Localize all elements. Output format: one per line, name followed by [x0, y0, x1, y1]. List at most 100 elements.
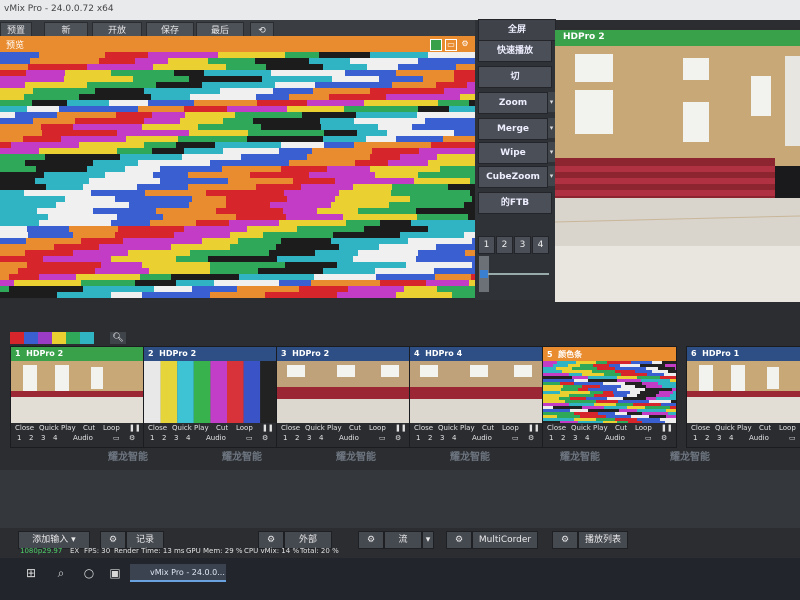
overlay-2-button[interactable]: 2 [29, 434, 33, 443]
overlay-4-button[interactable]: 4 [452, 434, 456, 443]
monitor-icon[interactable]: ▭ [512, 434, 519, 443]
quickplay-button[interactable]: 快速播放 [478, 40, 552, 62]
overlay-1-button[interactable]: 1 [549, 434, 553, 443]
input-tile[interactable]: 5 颜色条 Close Quick Play Cut Loop ❚❚ 1 2 3 4 Audio ▭ ⚙ [542, 346, 677, 448]
transition-1-button[interactable]: 1 [478, 236, 495, 254]
overlay-1-button[interactable]: 1 [416, 434, 420, 443]
color-swatch[interactable] [24, 332, 38, 344]
color-swatch[interactable] [80, 332, 94, 344]
close-button[interactable]: Close [547, 424, 566, 433]
wipe-dropdown-icon[interactable]: ▾ [548, 142, 555, 162]
cut-button[interactable]: Cut [615, 424, 627, 433]
input-tile[interactable]: 4 HDPro 4 Close Quick Play Cut Loop ❚❚ 1 2 3 4 Aud… [409, 346, 544, 448]
transition-4-button[interactable]: 4 [532, 236, 549, 254]
windows-start-icon[interactable]: ⊞ [24, 566, 38, 580]
quickplay-button[interactable]: Quick Play [305, 424, 342, 433]
close-button[interactable]: Close [281, 424, 300, 433]
audio-button[interactable]: Audio [472, 434, 492, 443]
transition-2-button[interactable]: 2 [496, 236, 513, 254]
color-swatch[interactable] [38, 332, 52, 344]
overlay-1-button[interactable]: 1 [150, 434, 154, 443]
gear-icon[interactable]: ⚙ [528, 434, 534, 443]
overlay-3-button[interactable]: 3 [307, 434, 311, 443]
gear-icon[interactable]: ⚙ [661, 434, 667, 443]
cut-button[interactable]: Cut [216, 424, 228, 433]
zoom-button[interactable]: Zoom [478, 92, 548, 114]
loop-button[interactable]: Loop [779, 424, 796, 433]
overlay-3-button[interactable]: 3 [174, 434, 178, 443]
pause-icon[interactable]: ❚❚ [528, 424, 540, 433]
cubezoom-button[interactable]: CubeZoom [478, 166, 548, 188]
fullscreen-button[interactable]: 全屏 [478, 19, 556, 41]
cut-button[interactable]: Cut [482, 424, 494, 433]
close-button[interactable]: Close [15, 424, 34, 433]
input-tile[interactable]: 3 HDPro 2 Close Quick Play Cut Loop ❚❚ 1 2 3 4 Aud… [276, 346, 411, 448]
overlay-3-button[interactable]: 3 [717, 434, 721, 443]
merge-button[interactable]: Merge [478, 118, 548, 140]
t-bar-slider[interactable] [479, 256, 549, 296]
audio-button[interactable]: Audio [206, 434, 226, 443]
overlay-2-button[interactable]: 2 [428, 434, 432, 443]
overlay-2-button[interactable]: 2 [162, 434, 166, 443]
zoom-dropdown-icon[interactable]: ▾ [548, 92, 555, 112]
overlay-3-button[interactable]: 3 [440, 434, 444, 443]
color-swatch[interactable] [66, 332, 80, 344]
audio-button[interactable]: Audio [749, 434, 769, 443]
input-thumbnail[interactable] [277, 361, 410, 423]
pause-icon[interactable]: ❚❚ [661, 424, 673, 433]
output-panel[interactable]: HDPro 2 [555, 30, 800, 302]
wipe-button[interactable]: Wipe [478, 142, 548, 164]
monitor-icon[interactable]: ▭ [789, 434, 796, 443]
quickplay-button[interactable]: Quick Play [715, 424, 752, 433]
monitor-icon[interactable]: ▭ [246, 434, 253, 443]
input-thumbnail[interactable] [144, 361, 277, 423]
color-swatch[interactable] [10, 332, 24, 344]
taskbar-vmix-app[interactable]: vMix Pro - 24.0.0... [130, 564, 226, 582]
overlay-4-button[interactable]: 4 [729, 434, 733, 443]
gear-icon[interactable]: ⚙ [395, 434, 401, 443]
task-view-icon[interactable]: ▣ [108, 566, 122, 580]
overlay-4-button[interactable]: 4 [186, 434, 190, 443]
overlay-1-button[interactable]: 1 [17, 434, 21, 443]
cortana-icon[interactable]: ○ [82, 566, 96, 580]
cut-button[interactable]: 切 [478, 66, 552, 88]
pause-icon[interactable]: ❚❚ [395, 424, 407, 433]
input-thumbnail[interactable] [543, 361, 676, 423]
cut-button[interactable]: Cut [83, 424, 95, 433]
color-icon[interactable] [430, 39, 442, 51]
merge-dropdown-icon[interactable]: ▾ [548, 118, 555, 138]
loop-button[interactable]: Loop [635, 424, 652, 433]
overlay-1-button[interactable]: 1 [693, 434, 697, 443]
loop-button[interactable]: Loop [236, 424, 253, 433]
overlay-4-button[interactable]: 4 [53, 434, 57, 443]
input-color-filter[interactable]: 🔍︎ [10, 332, 130, 344]
loop-button[interactable]: Loop [369, 424, 386, 433]
close-button[interactable]: Close [691, 424, 710, 433]
pause-icon[interactable]: ❚❚ [262, 424, 274, 433]
gear-icon[interactable]: ⚙ [129, 434, 135, 443]
input-tile[interactable]: 2 HDPro 2 Close Quick Play Cut Loop ❚❚ 1 2 3 4 Aud… [143, 346, 278, 448]
overlay-3-button[interactable]: 3 [573, 434, 577, 443]
preview-panel[interactable]: 预览 ▭ ⚙ [0, 36, 475, 298]
overlay-2-button[interactable]: 2 [295, 434, 299, 443]
audio-button[interactable]: Audio [339, 434, 359, 443]
overlay-3-button[interactable]: 3 [41, 434, 45, 443]
monitor-icon[interactable]: ▭ [645, 434, 652, 443]
search-icon[interactable]: 🔍︎ [110, 332, 126, 344]
gear-icon[interactable]: ⚙ [262, 434, 268, 443]
input-tile[interactable]: 1 HDPro 2 Close Quick Play Cut Loop ❚❚ 1 2 3 4 Aud… [10, 346, 145, 448]
quickplay-button[interactable]: Quick Play [571, 424, 608, 433]
close-button[interactable]: Close [148, 424, 167, 433]
quickplay-button[interactable]: Quick Play [438, 424, 475, 433]
window-icon[interactable]: ▭ [445, 39, 457, 51]
ftb-button[interactable]: 的FTB [478, 192, 552, 214]
audio-button[interactable]: Audio [605, 434, 625, 443]
audio-button[interactable]: Audio [73, 434, 93, 443]
close-button[interactable]: Close [414, 424, 433, 433]
cubezoom-dropdown-icon[interactable]: ▾ [548, 166, 555, 186]
cut-button[interactable]: Cut [349, 424, 361, 433]
input-thumbnail[interactable] [687, 361, 800, 423]
cut-button[interactable]: Cut [759, 424, 771, 433]
overlay-4-button[interactable]: 4 [319, 434, 323, 443]
overlay-1-button[interactable]: 1 [283, 434, 287, 443]
